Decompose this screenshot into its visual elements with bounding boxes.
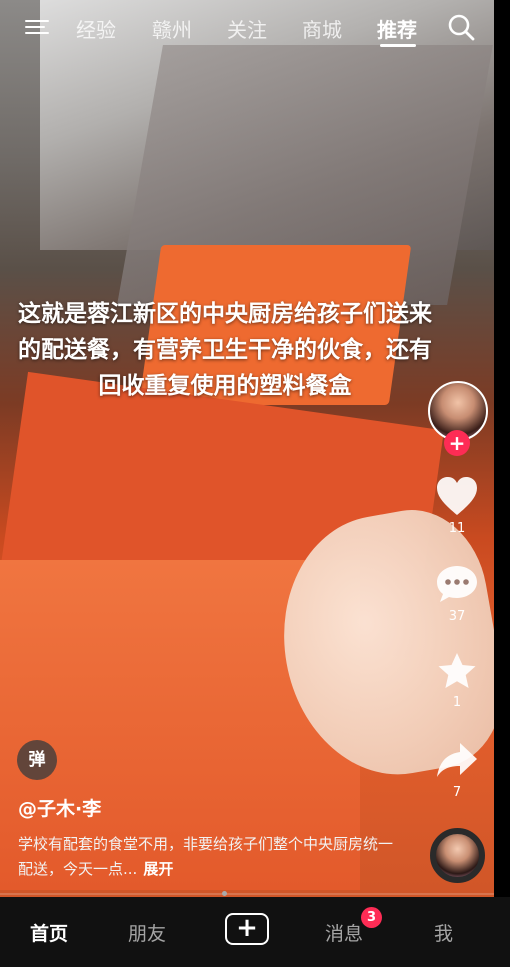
author-name[interactable]: @子木·李: [18, 794, 101, 821]
favorite-button[interactable]: 1: [434, 651, 480, 710]
video-caption: 这就是蓉江新区的中央厨房给孩子们送来的配送餐，有营养卫生干净的伙食，还有回收重复…: [18, 301, 432, 399]
expand-link[interactable]: 展开: [143, 860, 173, 878]
share-button[interactable]: 7: [434, 739, 480, 800]
tab-recommended[interactable]: 推荐: [377, 14, 417, 43]
danmu-toggle-button[interactable]: 弹: [17, 740, 57, 780]
favorite-count: 1: [452, 695, 462, 710]
like-button[interactable]: 11: [434, 475, 480, 536]
messages-badge: 3: [361, 907, 382, 928]
star-icon: [438, 653, 476, 688]
tab-jingyan[interactable]: 经验: [76, 14, 116, 43]
tab-following[interactable]: 关注: [227, 14, 267, 43]
follow-button[interactable]: +: [444, 430, 470, 456]
description-text: 学校有配套的食堂不用，非要给孩子们整个中央厨房统一配送，今天一点...: [18, 835, 394, 878]
nav-messages[interactable]: 消息: [325, 919, 363, 946]
video-frame[interactable]: [0, 0, 494, 897]
music-disc-avatar[interactable]: [430, 828, 485, 883]
comment-icon: [437, 566, 477, 602]
create-post-button[interactable]: +: [225, 913, 269, 945]
nav-me[interactable]: 我: [434, 919, 453, 946]
share-arrow-icon: [437, 743, 477, 777]
video-description[interactable]: 学校有配套的食堂不用，非要给孩子们整个中央厨房统一配送，今天一点... 展开: [18, 832, 398, 882]
like-count: 11: [448, 521, 466, 536]
top-bar: 经验 赣州 关注 商城 推荐: [0, 0, 510, 58]
share-count: 7: [452, 785, 462, 800]
menu-icon[interactable]: [25, 16, 49, 38]
tab-ganzhou[interactable]: 赣州: [152, 14, 192, 43]
nav-home[interactable]: 首页: [30, 919, 68, 946]
active-tab-indicator: [380, 44, 416, 47]
tab-mall[interactable]: 商城: [302, 14, 342, 43]
comment-count: 37: [448, 609, 466, 624]
video-progress-bar[interactable]: [0, 893, 494, 895]
heart-icon: [437, 477, 477, 515]
nav-friends[interactable]: 朋友: [128, 919, 166, 946]
progress-indicator-dot: [222, 891, 227, 896]
comment-button[interactable]: 37: [434, 563, 480, 624]
bottom-navigation: 首页 朋友 + 消息 3 我: [0, 897, 510, 967]
search-icon[interactable]: [447, 13, 475, 41]
